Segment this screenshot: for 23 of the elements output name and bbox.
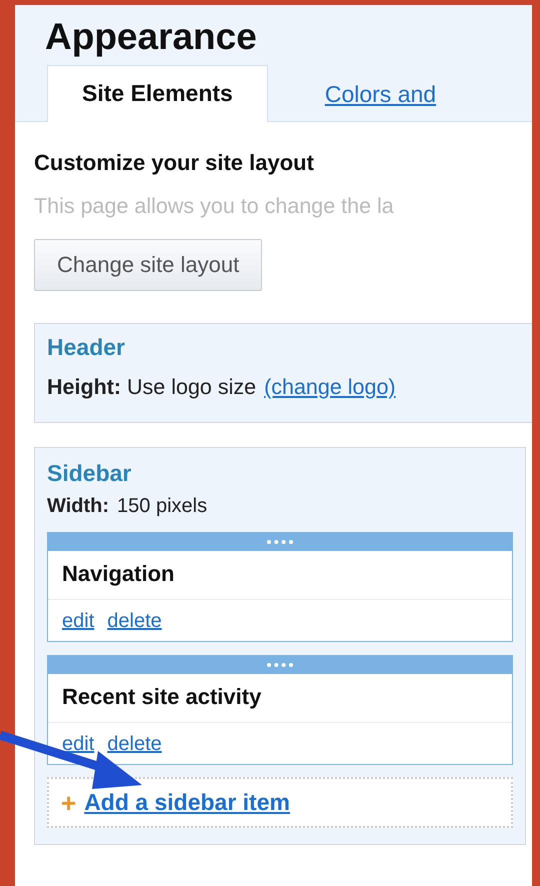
setting-text: Width: 150 pixels: [47, 495, 208, 518]
item-action-link[interactable]: edit: [62, 610, 94, 633]
drag-handle[interactable]: [48, 533, 512, 551]
change-layout-button[interactable]: Change site layout: [34, 239, 262, 291]
change-logo-link[interactable]: (change logo): [264, 375, 396, 400]
item-title: Recent site activity: [48, 674, 512, 723]
setting-text: Height: Use logo size: [47, 375, 256, 400]
drag-handle[interactable]: [48, 656, 512, 674]
section-heading: Customize your site layout: [34, 150, 315, 176]
description-text: This page allows you to change the la: [34, 194, 395, 219]
tab[interactable]: Site Elements: [47, 65, 268, 122]
plus-sign: +: [61, 790, 76, 816]
item-action-link[interactable]: delete: [107, 733, 162, 756]
item-title: Navigation: [48, 551, 512, 600]
panel-title: Sidebar: [47, 460, 132, 487]
grip-icon: [266, 661, 294, 669]
item-action-link[interactable]: delete: [107, 610, 162, 633]
grip-icon: [266, 538, 294, 546]
add-sidebar-item-link[interactable]: Add a sidebar item: [84, 789, 290, 816]
page-title: Appearance: [45, 15, 258, 59]
tab[interactable]: Colors and: [324, 81, 436, 122]
item-action-link[interactable]: edit: [62, 733, 94, 756]
panel-title: Header: [47, 334, 126, 361]
